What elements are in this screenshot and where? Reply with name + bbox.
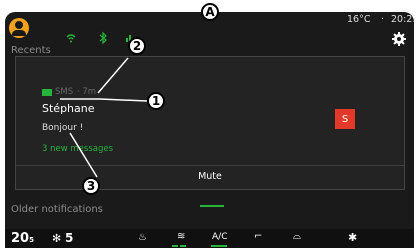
callout-1: 1	[147, 92, 165, 110]
callout-3: 3	[82, 177, 100, 195]
callout-a: A	[201, 3, 219, 21]
callout-lines	[60, 57, 148, 178]
callout-2: 2	[128, 37, 146, 55]
